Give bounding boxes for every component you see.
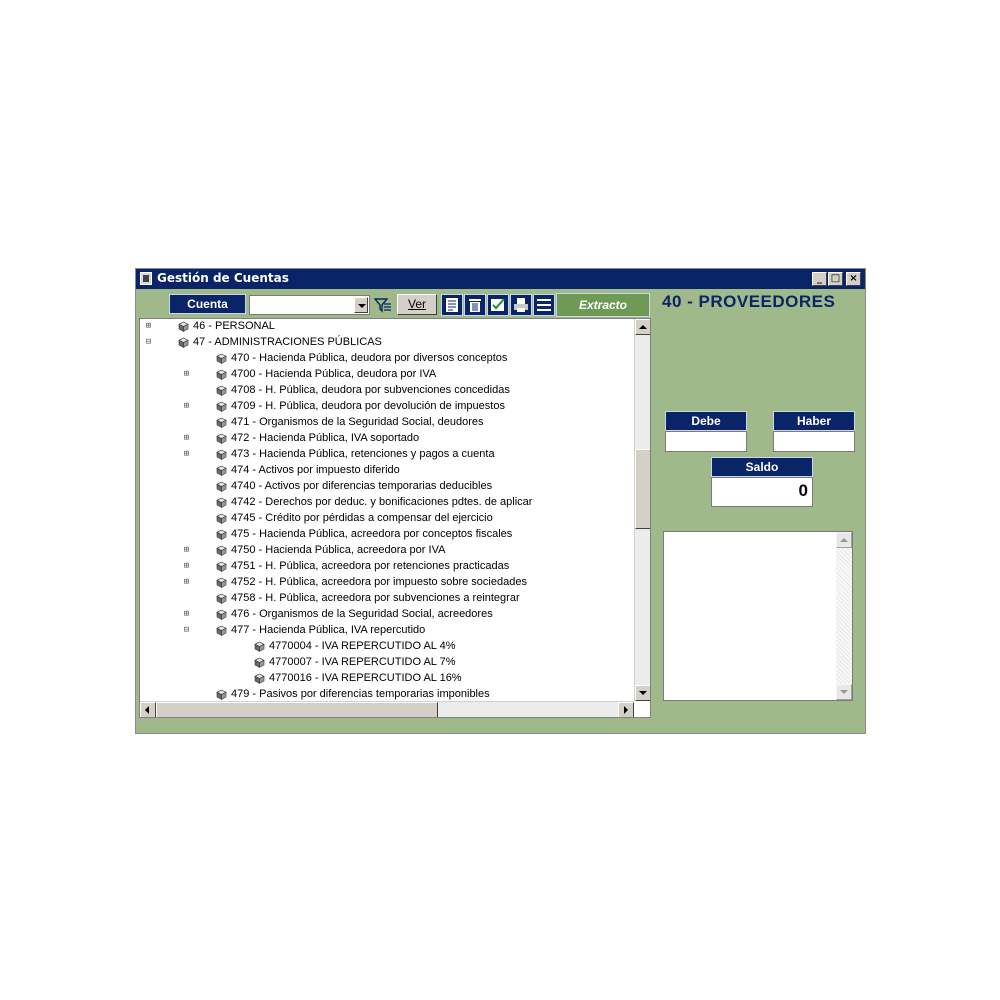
scroll-up-button[interactable] bbox=[635, 319, 650, 335]
notes-scroll-down-button[interactable] bbox=[836, 684, 852, 700]
gestion-cuentas-window: Gestión de Cuentas _ □ × Cuenta Ver Extr… bbox=[135, 268, 866, 734]
expand-icon[interactable]: ⊞ bbox=[182, 434, 191, 443]
tree-item-label: 472 - Hacienda Pública, IVA soportado bbox=[231, 432, 420, 444]
tree-item-label: 475 - Hacienda Pública, acreedora por co… bbox=[231, 528, 513, 540]
filter-icon[interactable] bbox=[373, 296, 393, 314]
scroll-right-button[interactable] bbox=[618, 702, 634, 717]
tree-item-label: 4770004 - IVA REPERCUTIDO AL 4% bbox=[269, 640, 456, 652]
tree-item-label: 479 - Pasivos por diferencias temporaria… bbox=[231, 688, 490, 700]
tree-item-label: 4758 - H. Pública, acreedora por subvenc… bbox=[231, 592, 520, 604]
notes-scrollbar[interactable] bbox=[836, 532, 852, 700]
tree-item-label: 473 - Hacienda Pública, retenciones y pa… bbox=[231, 448, 495, 460]
account-cube-icon bbox=[216, 593, 227, 604]
print-icon[interactable] bbox=[510, 294, 532, 316]
cuenta-label: Cuenta bbox=[169, 294, 246, 314]
tree-item-label: 474 - Activos por impuesto diferido bbox=[231, 464, 400, 476]
account-cube-icon bbox=[216, 625, 227, 636]
notes-textarea[interactable] bbox=[663, 531, 853, 701]
tree-item-label: 471 - Organismos de la Seguridad Social,… bbox=[231, 416, 484, 428]
title-bar[interactable]: Gestión de Cuentas _ □ × bbox=[136, 269, 865, 289]
tree-item-label: 46 - PERSONAL bbox=[193, 320, 275, 332]
account-cube-icon bbox=[216, 577, 227, 588]
account-cube-icon bbox=[216, 369, 227, 380]
edit-check-icon[interactable] bbox=[487, 294, 509, 316]
account-cube-icon bbox=[216, 497, 227, 508]
expand-icon[interactable]: ⊞ bbox=[182, 546, 191, 555]
close-button[interactable]: × bbox=[846, 272, 861, 286]
maximize-button[interactable]: □ bbox=[828, 272, 843, 286]
account-cube-icon bbox=[254, 641, 265, 652]
haber-label: Haber bbox=[773, 411, 855, 431]
hscroll-thumb[interactable] bbox=[156, 702, 438, 717]
saldo-label: Saldo bbox=[711, 457, 813, 477]
scroll-down-button[interactable] bbox=[635, 685, 650, 701]
collapse-icon[interactable]: ⊟ bbox=[144, 338, 153, 347]
minimize-button[interactable]: _ bbox=[812, 272, 827, 286]
list-icon[interactable] bbox=[533, 294, 555, 316]
tree-item-label: 4770007 - IVA REPERCUTIDO AL 7% bbox=[269, 656, 456, 668]
account-cube-icon bbox=[216, 513, 227, 524]
tree-item-label: 4740 - Activos por diferencias temporari… bbox=[231, 480, 493, 492]
saldo-field: 0 bbox=[711, 477, 813, 507]
tree-item-label: 4708 - H. Pública, deudora por subvencio… bbox=[231, 384, 510, 396]
account-cube-icon bbox=[216, 561, 227, 572]
tree-item-label: 4745 - Crédito por pérdidas a compensar … bbox=[231, 512, 493, 524]
account-cube-icon bbox=[216, 401, 227, 412]
tree-item-label: 4751 - H. Pública, acreedora por retenci… bbox=[231, 560, 510, 572]
trash-icon[interactable] bbox=[464, 294, 486, 316]
haber-field[interactable] bbox=[773, 431, 855, 452]
tree-item-label: 4752 - H. Pública, acreedora por impuest… bbox=[231, 576, 527, 588]
account-cube-icon bbox=[216, 385, 227, 396]
debe-label: Debe bbox=[665, 411, 747, 431]
expand-icon[interactable]: ⊞ bbox=[182, 562, 191, 571]
accounts-tree[interactable]: ⊞ 46 - PERSONAL ⊟ 47 - ADMINISTRACIONES PÚB… bbox=[139, 318, 651, 718]
tree-item-label: 4700 - Hacienda Pública, deudora por IVA bbox=[231, 368, 437, 380]
account-cube-icon bbox=[216, 609, 227, 620]
expand-icon[interactable]: ⊞ bbox=[182, 610, 191, 619]
account-cube-icon bbox=[254, 657, 265, 668]
tree-item-label: 4709 - H. Pública, deudora por devolució… bbox=[231, 400, 505, 412]
account-cube-icon bbox=[216, 689, 227, 700]
account-title: 40 - PROVEEDORES bbox=[662, 292, 836, 311]
extracto-button[interactable]: Extracto bbox=[556, 293, 650, 317]
account-cube-icon bbox=[216, 465, 227, 476]
tree-item-label: 4770016 - IVA REPERCUTIDO AL 16% bbox=[269, 672, 462, 684]
expand-icon[interactable]: ⊞ bbox=[182, 402, 191, 411]
expand-icon[interactable]: ⊞ bbox=[144, 322, 153, 331]
expand-icon[interactable]: ⊞ bbox=[182, 370, 191, 379]
scroll-left-button[interactable] bbox=[140, 702, 156, 717]
app-icon bbox=[140, 272, 152, 285]
account-cube-icon bbox=[254, 673, 265, 684]
tree-item-label: 470 - Hacienda Pública, deudora por dive… bbox=[231, 352, 508, 364]
tree-item-label: 4750 - Hacienda Pública, acreedora por I… bbox=[231, 544, 446, 556]
tree-item-label: 4742 - Derechos por deduc. y bonificacio… bbox=[231, 496, 533, 508]
debe-field[interactable] bbox=[665, 431, 747, 452]
account-cube-icon bbox=[216, 481, 227, 492]
tree-item-label: 47 - ADMINISTRACIONES PÚBLICAS bbox=[193, 336, 382, 348]
account-cube-icon bbox=[216, 353, 227, 364]
account-cube-icon bbox=[178, 321, 189, 332]
document-icon[interactable] bbox=[441, 294, 463, 316]
chevron-down-icon[interactable] bbox=[354, 297, 368, 313]
scroll-thumb[interactable] bbox=[635, 449, 650, 529]
account-cube-icon bbox=[216, 545, 227, 556]
tree-item-label: 476 - Organismos de la Seguridad Social,… bbox=[231, 608, 493, 620]
cuenta-combobox[interactable] bbox=[249, 295, 370, 315]
account-cube-icon bbox=[216, 529, 227, 540]
tree-horizontal-scrollbar[interactable] bbox=[140, 701, 634, 717]
tree-vertical-scrollbar[interactable] bbox=[634, 319, 650, 701]
notes-scroll-up-button[interactable] bbox=[836, 532, 852, 548]
account-cube-icon bbox=[216, 433, 227, 444]
expand-icon[interactable]: ⊞ bbox=[182, 450, 191, 459]
window-title: Gestión de Cuentas bbox=[157, 271, 289, 285]
collapse-icon[interactable]: ⊟ bbox=[182, 626, 191, 635]
ver-button[interactable]: Ver bbox=[397, 294, 437, 315]
tree-item-label: 477 - Hacienda Pública, IVA repercutido bbox=[231, 624, 426, 636]
account-cube-icon bbox=[216, 449, 227, 460]
expand-icon[interactable]: ⊞ bbox=[182, 578, 191, 587]
account-cube-icon bbox=[178, 337, 189, 348]
account-cube-icon bbox=[216, 417, 227, 428]
